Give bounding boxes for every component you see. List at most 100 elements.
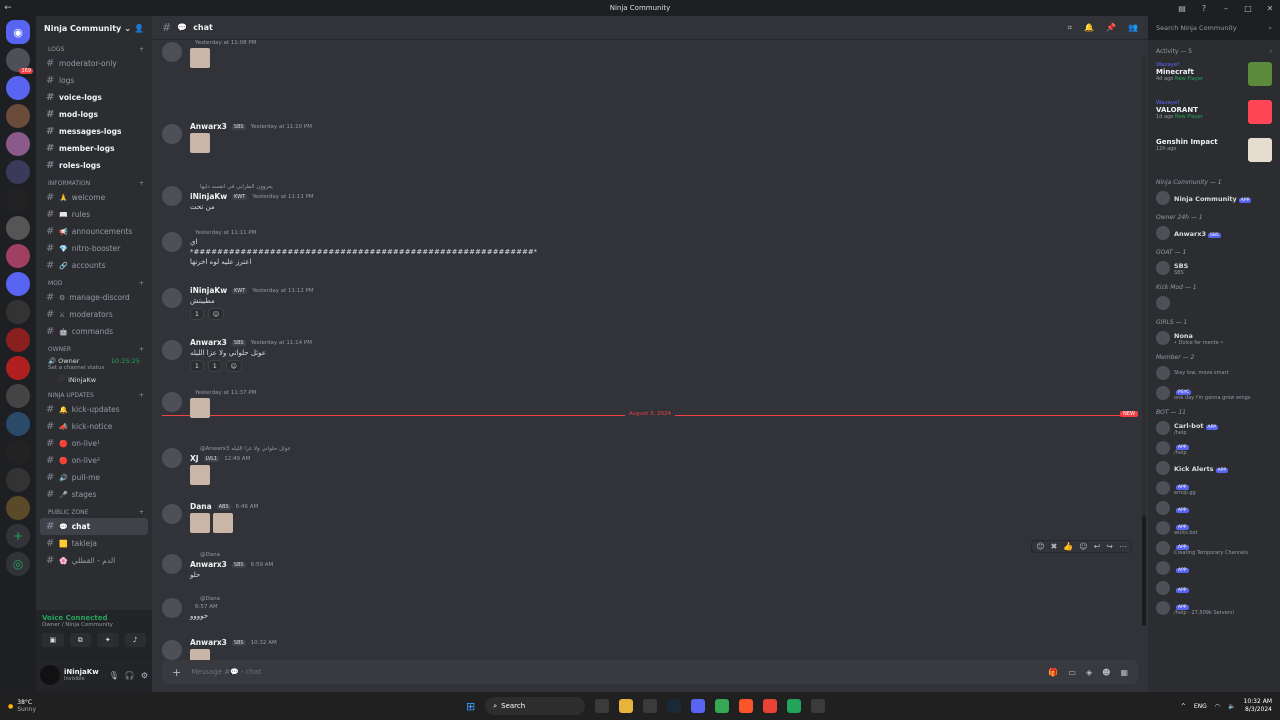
message[interactable]: Yesterday at 11:11 PM اي *###############…: [162, 230, 1138, 266]
member-item[interactable]: APP: [1148, 578, 1280, 598]
image-attachment[interactable]: [190, 48, 210, 68]
avatar[interactable]: [162, 554, 182, 574]
add-reaction-icon[interactable]: ☺: [225, 360, 242, 372]
message[interactable]: Yesterday at 11:08 PM: [162, 40, 1138, 70]
avatar[interactable]: [162, 124, 182, 144]
chrome-icon[interactable]: [763, 699, 778, 713]
voice-location[interactable]: Owner / Ninja Community: [42, 622, 146, 628]
channel-item[interactable]: # 🤖 commands: [40, 323, 148, 340]
message-author[interactable]: Anwarx3: [190, 122, 227, 131]
add-reaction-icon[interactable]: ☺: [1079, 542, 1087, 551]
message-input[interactable]: [191, 668, 1039, 676]
image-attachment[interactable]: [213, 513, 233, 533]
member-item[interactable]: APP Creating Temporary Channels: [1148, 538, 1280, 558]
steam-icon[interactable]: [667, 699, 682, 713]
reaction-chip[interactable]: 1: [190, 360, 204, 372]
channel-item[interactable]: # 🟨 takleja: [40, 535, 148, 552]
activities-icon[interactable]: ✦: [97, 633, 119, 647]
store-icon[interactable]: [643, 699, 658, 713]
avatar[interactable]: [162, 598, 182, 618]
apps-icon[interactable]: ▦: [1120, 668, 1128, 677]
gif-icon[interactable]: ▭: [1068, 668, 1076, 677]
reaction-chip[interactable]: 1: [207, 360, 222, 372]
forward-icon[interactable]: ↪: [1106, 542, 1113, 551]
microphone-icon[interactable]: 🎙: [109, 671, 119, 680]
image-attachment[interactable]: [190, 133, 210, 153]
member-item[interactable]: APP emoji.gg: [1148, 478, 1280, 498]
volume-icon[interactable]: 🔈: [1228, 703, 1235, 710]
server-icon[interactable]: [6, 328, 30, 352]
maximize-button[interactable]: □: [1242, 4, 1254, 13]
minimize-button[interactable]: –: [1220, 4, 1232, 13]
message[interactable]: يعزوون الطرابي في انقسه دليها iNinjaKw K…: [162, 184, 1138, 211]
channel-item[interactable]: # 🎤 stages: [40, 486, 148, 503]
gear-icon[interactable]: ⚙: [141, 671, 148, 680]
category-ninja-updates[interactable]: NINJA UPDATES +: [40, 386, 148, 401]
message-author[interactable]: Dana: [190, 502, 212, 511]
reply-icon[interactable]: ↩: [1094, 542, 1101, 551]
channel-item[interactable]: # roles-logs: [40, 157, 148, 174]
scrollbar[interactable]: [1142, 56, 1146, 626]
channel-item[interactable]: # 🌸 الدم - القطلي: [40, 552, 148, 569]
reply-preview[interactable]: يعزوون الطرابي في انقسه دليها: [190, 184, 1138, 190]
reaction-icon[interactable]: 😊: [1036, 542, 1044, 551]
language-indicator[interactable]: ENG: [1194, 703, 1207, 710]
image-attachment[interactable]: [190, 513, 210, 533]
message-author[interactable]: XJ: [190, 454, 199, 463]
gift-icon[interactable]: 🎁: [1048, 668, 1058, 677]
channel-item[interactable]: # 🔔 kick-updates: [40, 401, 148, 418]
member-item[interactable]: SBS SBS: [1148, 258, 1280, 278]
channel-item[interactable]: # 💬 chat: [40, 518, 148, 535]
message-list[interactable]: August 3, 2024 NEW 😊 ✖ 👍 ☺ ↩ ↪ ⋯ Yesterd…: [152, 40, 1148, 660]
server-icon[interactable]: [6, 440, 30, 464]
server-icon[interactable]: [6, 244, 30, 268]
member-item[interactable]: PSYC one day i'm gonna grow wings: [1148, 383, 1280, 403]
member-item[interactable]: Nona • Dolce fer mente •: [1148, 328, 1280, 348]
taskbar-search[interactable]: ⌕ Search: [485, 697, 586, 715]
member-item[interactable]: Stay low, move smart: [1148, 363, 1280, 383]
channel-item[interactable]: # 🔗 accounts: [40, 257, 148, 274]
inbox-icon[interactable]: ▤: [1176, 4, 1188, 13]
thumbs-up-icon[interactable]: 👍: [1063, 542, 1073, 551]
avatar[interactable]: [162, 340, 182, 360]
message[interactable]: @Anwarx3 عوثل حلواني ولا عزا الليله XJ L…: [162, 446, 1138, 487]
add-server-button[interactable]: +: [6, 524, 30, 548]
category-logs[interactable]: Logs +: [40, 40, 148, 55]
help-icon[interactable]: ?: [1198, 4, 1210, 13]
attach-plus-icon[interactable]: +: [172, 666, 181, 679]
emoji-icon[interactable]: ☻: [1102, 668, 1110, 677]
server-icon[interactable]: [6, 412, 30, 436]
server-icon[interactable]: [6, 104, 30, 128]
reaction-chip[interactable]: 1: [190, 308, 204, 320]
scroll-thumb[interactable]: [1142, 516, 1146, 626]
message[interactable]: Anwarx3 SBS Yesterday at 11:10 PM: [162, 122, 1138, 155]
activity-item[interactable]: Genshin Impact 12h ago: [1148, 135, 1280, 173]
server-icon[interactable]: [6, 384, 30, 408]
server-icon[interactable]: [6, 496, 30, 520]
image-attachment[interactable]: [190, 465, 210, 485]
member-list-icon[interactable]: 👥: [1128, 23, 1138, 33]
avatar[interactable]: [162, 504, 182, 524]
channel-item[interactable]: # 🔊 pull-me: [40, 469, 148, 486]
reply-preview[interactable]: @Dana: [190, 552, 1138, 558]
back-arrow-icon[interactable]: ←: [0, 3, 16, 13]
threads-icon[interactable]: ⌗: [1068, 23, 1073, 33]
message[interactable]: @Dana Anwarx3 SBS 6:59 AM حلو: [162, 552, 1138, 579]
channel-item[interactable]: # 🔴 on-live²: [40, 452, 148, 469]
avatar[interactable]: [162, 448, 182, 468]
server-icon[interactable]: [6, 272, 30, 296]
weather-widget[interactable]: ● 38°C Sunny: [0, 699, 36, 713]
message-author[interactable]: iNinjaKw: [190, 192, 227, 201]
pin-icon[interactable]: 📌: [1106, 23, 1116, 33]
activity-item[interactable]: Wazayef VALORANT 1d ago New Player: [1148, 97, 1280, 135]
server-icon[interactable]: [6, 216, 30, 240]
member-item[interactable]: Ninja Community APP: [1148, 188, 1280, 208]
camera-off-icon[interactable]: ▣: [42, 633, 64, 647]
channel-item[interactable]: # 📖 rules: [40, 206, 148, 223]
channel-item[interactable]: # 💎 nitro-booster: [40, 240, 148, 257]
brave-icon[interactable]: [739, 699, 754, 713]
message-author[interactable]: iNinjaKw: [190, 286, 227, 295]
message[interactable]: Anwarx3 SBS Yesterday at 11:14 PM عوثل ح…: [162, 338, 1138, 372]
server-icon[interactable]: [6, 160, 30, 184]
notification-bell-icon[interactable]: 🔔: [1084, 23, 1094, 33]
